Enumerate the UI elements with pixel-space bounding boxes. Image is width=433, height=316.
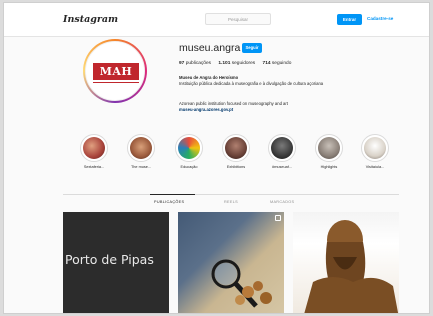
highlight-label: The muse... — [130, 165, 152, 169]
highlight-label: Sextaferia... — [83, 165, 105, 169]
bio-line-1: Instituição pública dedicada à museograf… — [179, 81, 324, 86]
story-highlight[interactable]: Highlights — [309, 134, 349, 169]
active-tab-indicator — [150, 194, 195, 195]
following-count[interactable]: 714 seguindo — [263, 61, 292, 66]
highlight-label: Highlights — [320, 165, 338, 169]
story-highlight[interactable]: The muse... — [121, 134, 161, 169]
avatar[interactable]: MAH — [85, 41, 145, 101]
post-thumbnail[interactable]: Porto de Pipas — [63, 212, 169, 313]
top-navigation-bar: Instagram Pesquisar Entrar Cadastre-se — [4, 3, 429, 37]
followers-count[interactable]: 1.101 seguidores — [218, 61, 255, 66]
highlight-cover — [268, 134, 296, 162]
profile-avatar-ring[interactable]: MAH — [83, 39, 147, 103]
bio-website-link[interactable]: museu-angra.azores.gov.pt — [179, 107, 409, 113]
avatar-logo-text: MAH — [93, 63, 139, 80]
highlight-cover — [80, 134, 108, 162]
posts-count: 97 publicações — [179, 61, 212, 66]
profile-stats: 97 publicações 1.101 seguidores 714 segu… — [179, 61, 297, 66]
tabs-divider — [63, 194, 399, 195]
story-highlight[interactable]: Visitaíula... — [355, 134, 395, 169]
signup-link[interactable]: Cadastre-se — [367, 16, 393, 21]
highlight-cover — [127, 134, 155, 162]
story-highlight[interactable]: Exhibitions — [216, 134, 256, 169]
instagram-logo[interactable]: Instagram — [63, 14, 118, 25]
highlight-cover — [175, 134, 203, 162]
tab-reels[interactable]: Reels — [224, 200, 238, 204]
tab-posts[interactable]: Publicações — [154, 200, 184, 204]
highlight-label: Exhibitions — [226, 165, 246, 169]
avatar-logo-underline — [93, 82, 139, 83]
login-button[interactable]: Entrar — [337, 14, 362, 25]
story-highlight[interactable]: Educação — [169, 134, 209, 169]
follow-button[interactable]: Seguir — [242, 43, 262, 53]
post-image — [304, 220, 399, 313]
highlight-cover — [315, 134, 343, 162]
highlight-cover — [361, 134, 389, 162]
highlight-label: Visitaíula... — [365, 165, 385, 169]
story-highlight[interactable]: #museuaf... — [262, 134, 302, 169]
search-input[interactable]: Pesquisar — [205, 13, 271, 25]
highlight-cover — [222, 134, 250, 162]
profile-username: museu.angra — [179, 42, 241, 54]
post-thumbnail[interactable] — [293, 212, 399, 313]
post-overlay-text: Porto de Pipas — [65, 252, 154, 267]
story-highlight[interactable]: Sextaferia... — [74, 134, 114, 169]
highlight-label: #museuaf... — [272, 165, 292, 169]
browser-window: Instagram Pesquisar Entrar Cadastre-se M… — [3, 2, 430, 314]
post-image — [211, 259, 272, 308]
post-thumbnail[interactable] — [178, 212, 284, 313]
tab-tagged[interactable]: Marcados — [270, 200, 294, 204]
highlight-label: Educação — [180, 165, 198, 169]
